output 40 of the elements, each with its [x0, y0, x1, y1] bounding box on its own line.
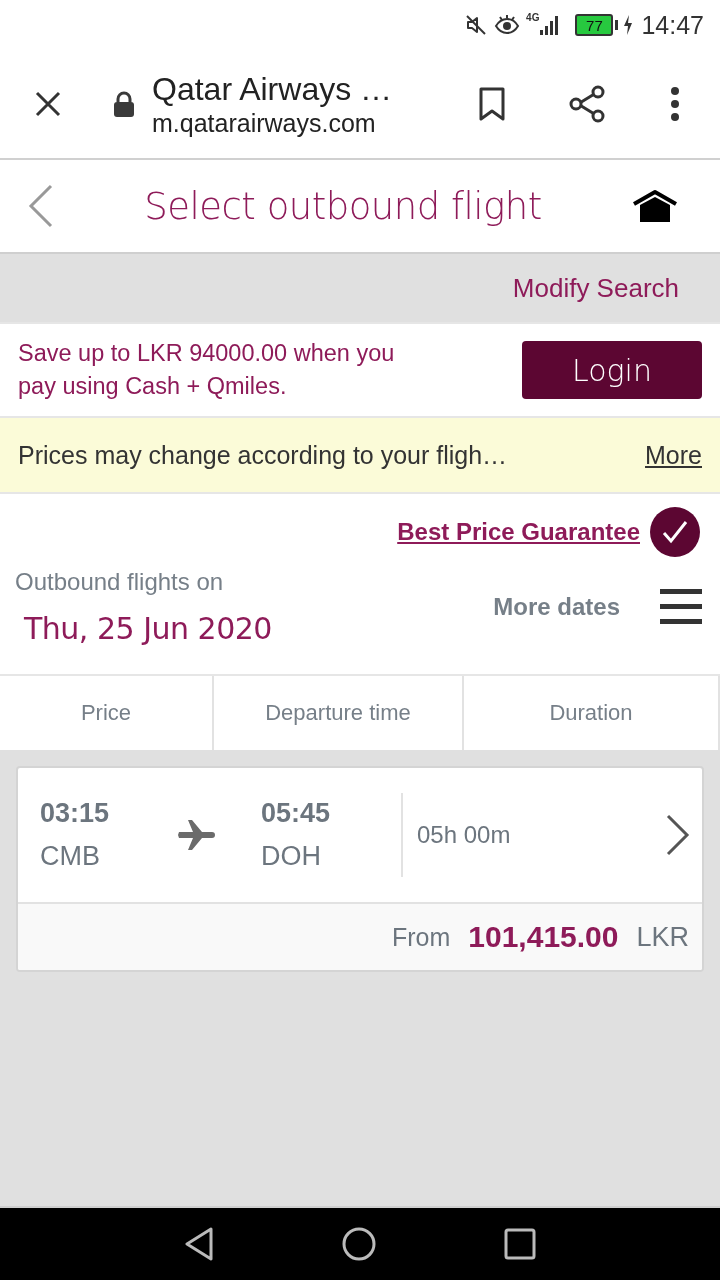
airplane-icon: [178, 819, 216, 851]
modify-search-link[interactable]: Modify Search: [512, 272, 679, 304]
home-icon[interactable]: [632, 189, 678, 223]
battery-percent: 77: [586, 17, 603, 33]
origin-code: CMB: [40, 841, 101, 872]
page-heading: Select outbound flight: [143, 184, 543, 228]
price-amount: 101,415.00: [468, 920, 619, 954]
check-icon: [650, 507, 700, 557]
date-text: Thu, 25 Jun 2020: [24, 611, 273, 646]
best-price-guarantee-link[interactable]: Best Price Guarantee: [397, 518, 640, 546]
login-button[interactable]: Login: [522, 341, 702, 399]
eye-icon: [494, 13, 521, 37]
promo-text: Save up to LKR 94000.00 when you pay using Cash + Qmiles.: [18, 339, 396, 401]
more-link[interactable]: More: [645, 440, 702, 470]
more-dates-link[interactable]: More dates: [493, 592, 620, 621]
duration-text: 05h 00m: [417, 821, 512, 849]
back-triangle-icon[interactable]: [184, 1227, 214, 1261]
url-text[interactable]: m.qatarairways.com: [152, 108, 452, 138]
network-label: 4G: [526, 12, 540, 23]
arrival-time: 05:45: [261, 798, 332, 829]
lock-icon: [113, 91, 135, 117]
close-icon[interactable]: [34, 90, 62, 118]
home-circle-icon[interactable]: [342, 1227, 376, 1261]
clock-time: 14:47: [641, 10, 704, 40]
bookmark-icon[interactable]: [478, 87, 506, 121]
recents-square-icon[interactable]: [504, 1228, 536, 1260]
notice-text: Prices may change according to your fligh…: [18, 440, 509, 470]
menu-icon[interactable]: [660, 586, 702, 627]
share-icon[interactable]: [568, 85, 606, 123]
departure-time: 03:15: [40, 798, 111, 829]
chevron-right-icon: [666, 814, 690, 856]
currency-code: LKR: [636, 921, 689, 953]
flight-card[interactable]: 03:15 CMB 05:45 DOH 05h 00m From 101,415.00 LKR: [16, 766, 704, 972]
back-chevron-icon[interactable]: [28, 184, 54, 228]
from-label: From: [392, 922, 451, 952]
page-title: Qatar Airways …: [152, 70, 394, 108]
date-heading: Outbound flights on: [15, 567, 225, 597]
more-options-icon[interactable]: [670, 87, 680, 121]
destination-code: DOH: [261, 841, 322, 872]
charging-bolt-icon: [623, 14, 634, 36]
